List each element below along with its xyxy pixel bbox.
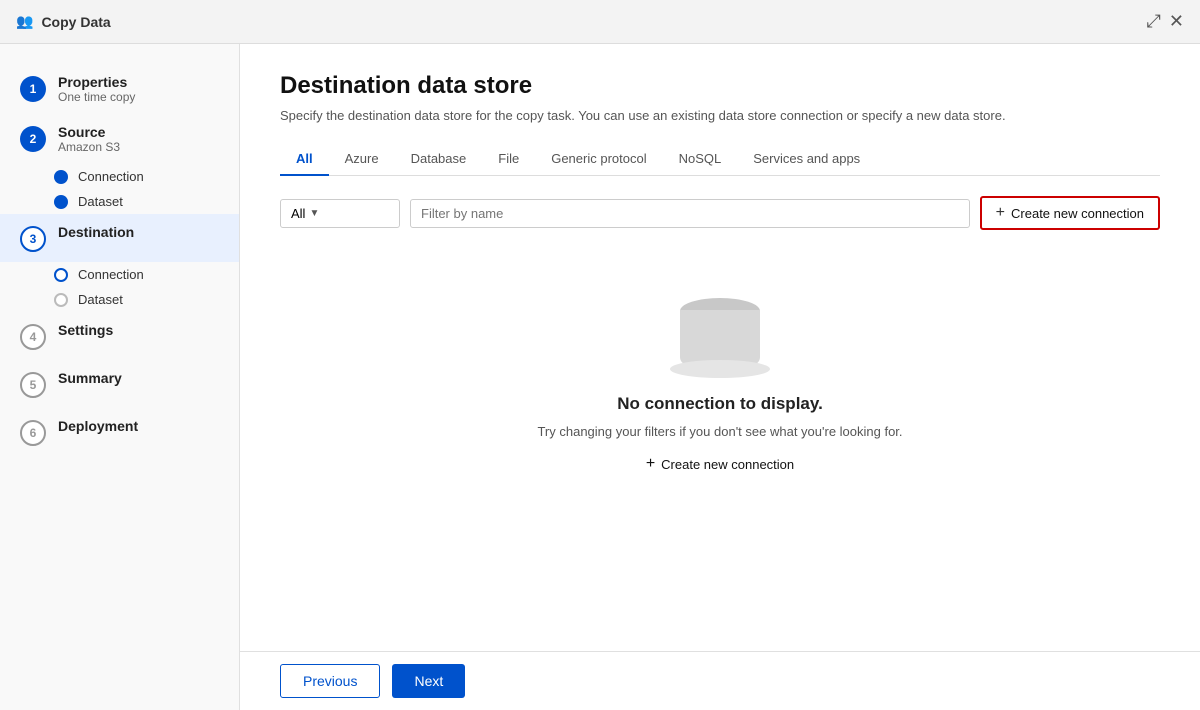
source-connection[interactable]: Connection	[54, 164, 239, 189]
plus-icon: +	[996, 204, 1005, 222]
dest-connection-dot	[54, 268, 68, 282]
destination-dataset[interactable]: Dataset	[54, 287, 239, 312]
filter-select[interactable]: All ▼	[280, 199, 400, 228]
create-connection-link[interactable]: + Create new connection	[646, 455, 794, 473]
content-area: Destination data store Specify the desti…	[240, 44, 1200, 710]
content-footer: Previous Next	[240, 651, 1200, 710]
sidebar-item-deployment[interactable]: 6 Deployment	[0, 408, 239, 456]
nav-label-properties: Properties	[58, 74, 135, 90]
empty-subtitle: Try changing your filters if you don't s…	[537, 424, 902, 439]
source-dataset[interactable]: Dataset	[54, 189, 239, 214]
app-title: Copy Data	[41, 14, 110, 30]
chevron-down-icon: ▼	[309, 208, 319, 219]
nav-label-deployment: Deployment	[58, 418, 138, 434]
empty-title: No connection to display.	[617, 394, 823, 414]
sidebar-item-summary[interactable]: 5 Summary	[0, 360, 239, 408]
nav-label-destination: Destination	[58, 224, 134, 240]
nav-circle-3: 3	[20, 226, 46, 252]
toolbar-row: All ▼ + Create new connection	[280, 196, 1160, 230]
tab-file[interactable]: File	[482, 143, 535, 176]
content-body: Destination data store Specify the desti…	[240, 44, 1200, 651]
tab-azure[interactable]: Azure	[329, 143, 395, 176]
title-bar-right: ⤢ ✕	[1147, 11, 1185, 32]
nav-sub-properties: One time copy	[58, 90, 135, 104]
tab-nosql[interactable]: NoSQL	[663, 143, 738, 176]
cyl-body	[680, 310, 760, 365]
page-subtitle: Specify the destination data store for t…	[280, 108, 1160, 123]
filter-input[interactable]	[410, 199, 970, 228]
cyl-shadow	[670, 360, 770, 378]
create-connection-button[interactable]: + Create new connection	[980, 196, 1160, 230]
sidebar-item-properties[interactable]: 1 Properties One time copy	[0, 64, 239, 114]
source-connection-dot	[54, 170, 68, 184]
page-title: Destination data store	[280, 72, 1160, 100]
create-link-label: Create new connection	[661, 457, 794, 472]
nav-label-settings: Settings	[58, 322, 113, 338]
tab-all[interactable]: All	[280, 143, 329, 176]
sidebar: 1 Properties One time copy 2 Source Amaz…	[0, 44, 240, 710]
tab-database[interactable]: Database	[395, 143, 483, 176]
empty-state: No connection to display. Try changing y…	[280, 250, 1160, 513]
close-icon[interactable]: ✕	[1169, 11, 1184, 32]
copy-data-icon: 👥	[16, 13, 33, 30]
create-link-plus-icon: +	[646, 455, 655, 473]
dest-dataset-dot	[54, 293, 68, 307]
nav-circle-6: 6	[20, 420, 46, 446]
expand-icon[interactable]: ⤢	[1147, 11, 1161, 32]
previous-button[interactable]: Previous	[280, 664, 380, 698]
tab-generic-protocol[interactable]: Generic protocol	[535, 143, 662, 176]
next-button[interactable]: Next	[392, 664, 465, 698]
title-bar-left: 👥 Copy Data	[16, 13, 111, 30]
destination-connection[interactable]: Connection	[54, 262, 239, 287]
title-bar: 👥 Copy Data ⤢ ✕	[0, 0, 1200, 44]
nav-circle-5: 5	[20, 372, 46, 398]
nav-label-source: Source	[58, 124, 120, 140]
sidebar-item-source[interactable]: 2 Source Amazon S3	[0, 114, 239, 164]
nav-label-summary: Summary	[58, 370, 122, 386]
source-dataset-dot	[54, 195, 68, 209]
select-value: All	[291, 206, 305, 221]
sidebar-item-destination[interactable]: 3 Destination	[0, 214, 239, 262]
cylinder-illustration	[670, 290, 770, 370]
source-sub-items: Connection Dataset	[0, 164, 239, 214]
nav-circle-2: 2	[20, 126, 46, 152]
create-btn-label: Create new connection	[1011, 206, 1144, 221]
nav-sub-source: Amazon S3	[58, 140, 120, 154]
main-container: 1 Properties One time copy 2 Source Amaz…	[0, 44, 1200, 710]
tabs-bar: All Azure Database File Generic protocol…	[280, 143, 1160, 176]
tab-services-and-apps[interactable]: Services and apps	[737, 143, 876, 176]
nav-circle-1: 1	[20, 76, 46, 102]
sidebar-item-settings[interactable]: 4 Settings	[0, 312, 239, 360]
destination-sub-items: Connection Dataset	[0, 262, 239, 312]
nav-circle-4: 4	[20, 324, 46, 350]
